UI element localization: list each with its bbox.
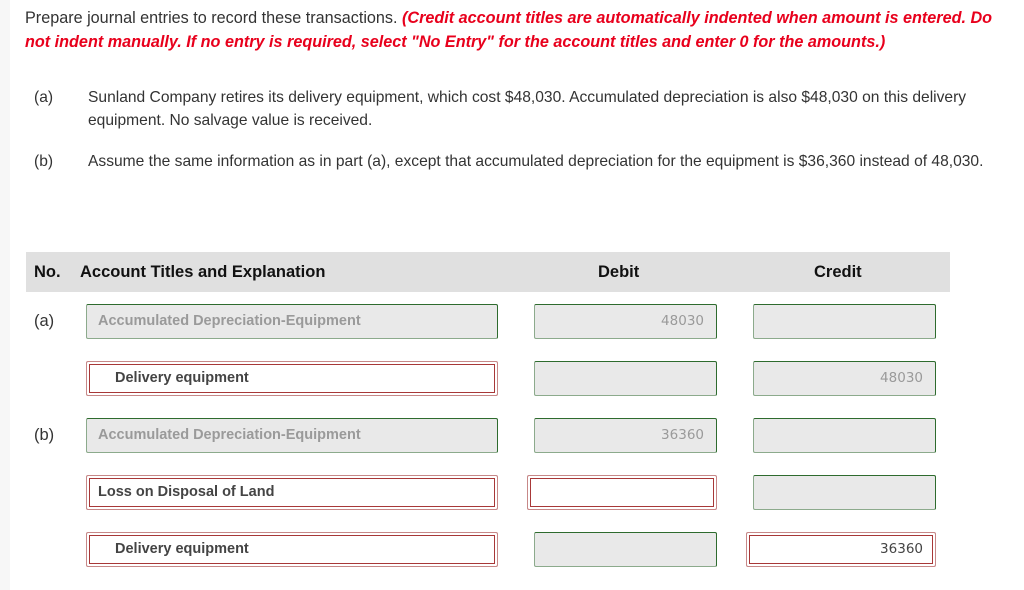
header-account: Account Titles and Explanation <box>80 263 326 281</box>
credit-field[interactable] <box>753 475 936 510</box>
credit-field[interactable] <box>753 418 936 453</box>
question-label: (a) <box>34 89 54 106</box>
debit-field[interactable] <box>534 532 717 567</box>
journal-table-header: No. Account Titles and Explanation Debit… <box>26 252 950 292</box>
credit-field[interactable]: 36360 <box>746 532 936 567</box>
debit-field[interactable] <box>534 361 717 396</box>
account-field[interactable]: Loss on Disposal of Land <box>86 475 498 510</box>
header-no: No. <box>34 263 61 281</box>
account-field[interactable]: Delivery equipment <box>86 532 498 567</box>
header-credit: Credit <box>814 263 862 281</box>
debit-field[interactable]: 48030 <box>534 304 717 339</box>
account-field[interactable]: Accumulated Depreciation-Equipment <box>86 304 498 339</box>
credit-field[interactable] <box>753 304 936 339</box>
credit-field[interactable]: 48030 <box>753 361 936 396</box>
question-text: Assume the same information as in part (… <box>88 153 984 170</box>
account-field[interactable]: Delivery equipment <box>86 361 498 396</box>
instructions: Prepare journal entries to record these … <box>25 6 1020 54</box>
row-label: (b) <box>34 426 55 444</box>
row-label: (a) <box>34 312 55 330</box>
debit-field[interactable] <box>527 475 717 510</box>
question-text: Sunland Company retires its delivery equ… <box>88 89 967 129</box>
question-label: (b) <box>34 153 54 170</box>
account-field[interactable]: Accumulated Depreciation-Equipment <box>86 418 498 453</box>
question-panel: Prepare journal entries to record these … <box>10 0 1024 590</box>
header-debit: Debit <box>598 263 640 281</box>
debit-field[interactable]: 36360 <box>534 418 717 453</box>
instructions-text: Prepare journal entries to record these … <box>25 9 403 27</box>
